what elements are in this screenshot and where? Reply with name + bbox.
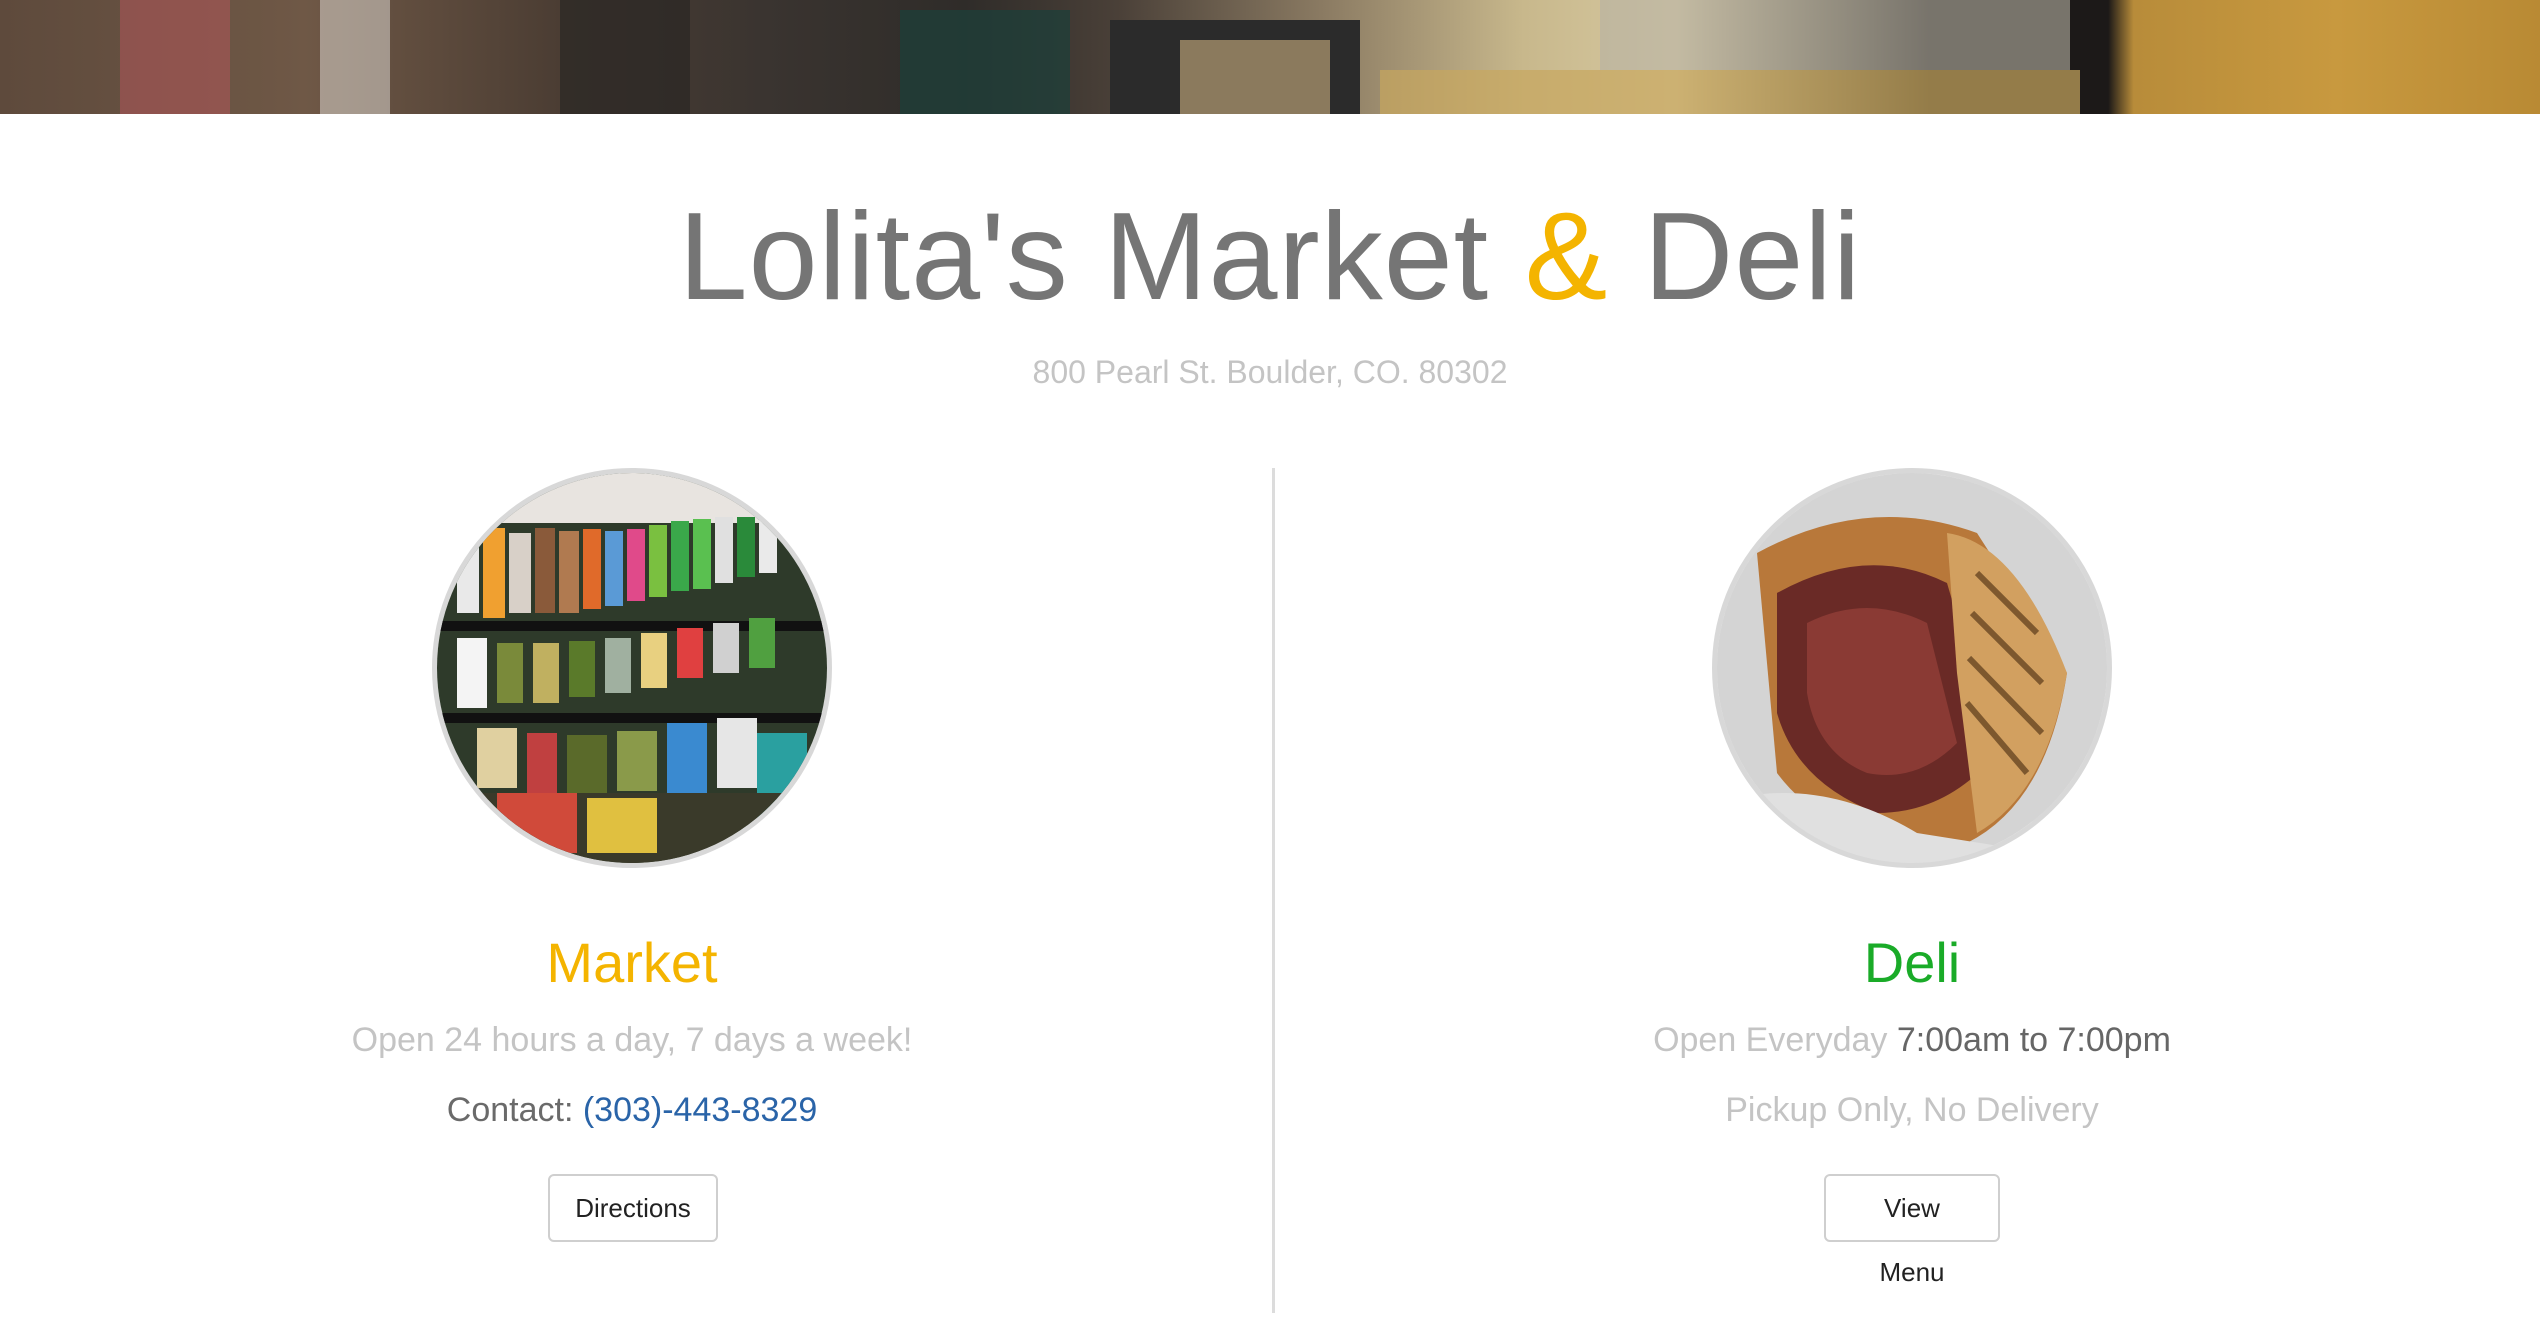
deli-section: Deli Open Everyday 7:00am to 7:00pm Pick… xyxy=(1412,468,2412,1287)
market-photo xyxy=(432,468,832,868)
phone-link[interactable]: (303)-443-8329 xyxy=(583,1091,817,1129)
market-contact: Contact: (303)-443-8329 xyxy=(132,1088,1132,1132)
directions-button[interactable]: Directions xyxy=(548,1174,718,1242)
title-part2: Deli xyxy=(1643,188,1862,326)
deli-hours-label: Open Everyday xyxy=(1653,1021,1897,1059)
market-heading: Market xyxy=(546,931,718,994)
page-title: Lolita's Market & Deli xyxy=(0,182,2540,332)
deli-note: Pickup Only, No Delivery xyxy=(1725,1091,2099,1129)
store-address: 800 Pearl St. Boulder, CO. 80302 xyxy=(1032,354,1508,390)
market-section: Market Open 24 hours a day, 7 days a wee… xyxy=(132,468,1132,1242)
column-divider xyxy=(1272,468,1275,1313)
deli-hours-time: 7:00am to 7:00pm xyxy=(1896,1021,2171,1059)
market-hours: Open 24 hours a day, 7 days a week! xyxy=(351,1021,913,1059)
deli-photo xyxy=(1712,468,2112,868)
view-menu-button[interactable]: View Menu xyxy=(1824,1174,2000,1287)
deli-hours: Open Everyday 7:00am to 7:00pm xyxy=(1412,1018,2412,1062)
deli-heading: Deli xyxy=(1863,931,1961,994)
title-part1: Lolita's Market xyxy=(678,188,1490,326)
hero-banner-image xyxy=(0,0,2540,114)
title-ampersand: & xyxy=(1524,188,1609,326)
contact-label: Contact: xyxy=(446,1091,583,1129)
